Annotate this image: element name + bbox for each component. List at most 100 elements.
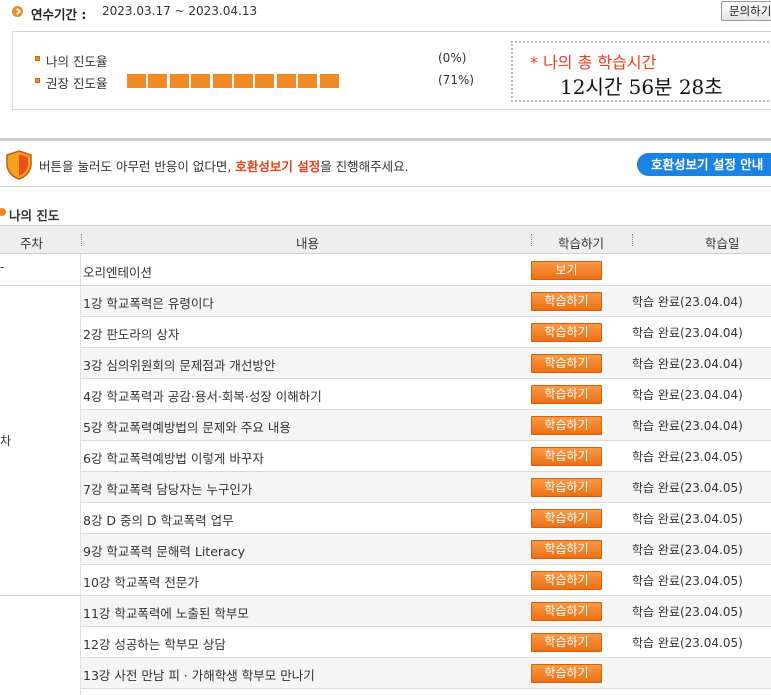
shield-icon [6, 150, 32, 180]
progress-bar-segment [234, 74, 253, 88]
week-label: 차 [0, 434, 12, 448]
week-cell [0, 596, 81, 695]
total-study-time-title: * 나의 총 학습시간 [530, 53, 657, 72]
header-content: 내용 [296, 236, 320, 251]
header-date: 학습일 [705, 236, 740, 251]
total-study-time-value: 12시간 56분 28초 [560, 75, 723, 99]
study-button[interactable]: 학습하기 [531, 509, 602, 528]
header-separator [81, 234, 82, 246]
study-button[interactable]: 학습하기 [531, 602, 602, 621]
section-bullet-icon [0, 208, 6, 216]
progress-bar-segment [148, 74, 168, 88]
bullet-icon [35, 78, 40, 83]
row-content: 11강 학교폭력에 노출된 학부모 [83, 606, 249, 621]
table-row: 7강 학교폭력 담당자는 누구인가 학습하기 학습 완료(23.04.05) [81, 472, 771, 503]
row-study-date: 학습 완료(23.04.04) [632, 419, 743, 433]
header-separator [632, 234, 633, 246]
row-study-date: 학습 완료(23.04.05) [632, 481, 743, 495]
study-button[interactable]: 학습하기 [531, 664, 602, 683]
row-content: 3강 심의위원회의 문제점과 개선방안 [83, 358, 276, 373]
table-row: 2강 판도라의 상자 학습하기 학습 완료(23.04.04) [81, 317, 771, 348]
row-content: 7강 학교폭력 담당자는 누구인가 [83, 482, 253, 497]
header-action: 학습하기 [558, 236, 605, 251]
study-button[interactable]: 학습하기 [531, 385, 602, 404]
week-cell: 차 [0, 286, 81, 596]
total-study-time-box: * 나의 총 학습시간 12시간 56분 28초 [511, 41, 771, 102]
row-study-date: 학습 완료(23.04.05) [632, 636, 743, 650]
section-title: 나의 진도 [9, 208, 60, 223]
table-row: 11강 학교폭력에 노출된 학부모 학습하기 학습 완료(23.04.05) [81, 596, 771, 627]
row-study-date: 학습 완료(23.04.05) [632, 512, 743, 526]
row-content: 오리엔테이션 [83, 265, 153, 280]
header-separator [531, 234, 532, 246]
progress-bar-segment [191, 74, 211, 88]
progress-bar-segment [127, 74, 146, 88]
row-content: 6강 학교폭력예방법 이렇게 바꾸자 [83, 451, 264, 466]
progress-bar-segment [319, 74, 339, 88]
row-study-date: 학습 완료(23.04.04) [632, 326, 743, 340]
my-progress-label: 나의 진도율 [46, 54, 108, 69]
notice-text-after: 을 진행해주세요. [320, 159, 409, 174]
row-study-date: 학습 완료(23.04.05) [632, 574, 743, 588]
row-content: 13강 사전 만남 피 · 가해학생 학부모 만나기 [83, 668, 315, 683]
study-button[interactable]: 학습하기 [531, 292, 602, 311]
row-content: 5강 학교폭력예방법의 문제와 주요 내용 [83, 420, 291, 435]
bullet-icon [35, 56, 40, 61]
progress-bar-segment [276, 74, 296, 88]
table-row: 12강 성공하는 학부모 상담 학습하기 학습 완료(23.04.05) [81, 627, 771, 658]
notice-text-emphasis: 호환성보기 설정 [235, 159, 321, 174]
progress-bar-segment [212, 74, 232, 88]
notice-text-before: 버튼을 눌러도 아무런 반응이 없다면, [39, 159, 236, 174]
row-study-date: 학습 완료(23.04.04) [632, 388, 743, 402]
view-button[interactable]: 보기 [531, 261, 602, 280]
inquiry-button[interactable]: 문의하기 [721, 1, 771, 21]
progress-bar-segment [298, 74, 318, 88]
table-row: 5강 학교폭력예방법의 문제와 주요 내용 학습하기 학습 완료(23.04.04) [81, 410, 771, 441]
period-bar: 연수기간 : 2023.03.17 ~ 2023.04.13 문의하기 [0, 0, 771, 24]
table-row: 9강 학교폭력 문해력 Literacy 학습하기 학습 완료(23.04.05) [81, 534, 771, 565]
header-week: 주차 [20, 236, 44, 251]
week-cell: - [0, 254, 81, 286]
table-row: 1강 학교폭력은 유령이다 학습하기 학습 완료(23.04.04) [81, 286, 771, 317]
row-content: 2강 판도라의 상자 [83, 327, 180, 342]
progress-bar-segment [169, 74, 189, 88]
study-button[interactable]: 학습하기 [531, 354, 602, 373]
row-study-date: 학습 완료(23.04.04) [632, 357, 743, 371]
study-button[interactable]: 학습하기 [531, 633, 602, 652]
row-content: 1강 학교폭력은 유령이다 [83, 296, 214, 311]
my-progress-percent: (0%) [438, 51, 467, 65]
table-row: 10강 학교폭력 전문가 학습하기 학습 완료(23.04.05) [81, 565, 771, 596]
period-value: 2023.03.17 ~ 2023.04.13 [102, 4, 258, 18]
study-button[interactable]: 학습하기 [531, 323, 602, 342]
row-content: 8강 D 중의 D 학교폭력 업무 [83, 513, 234, 528]
study-button[interactable]: 학습하기 [531, 416, 602, 435]
table-row: 13강 사전 만남 피 · 가해학생 학부모 만나기 학습하기 [81, 658, 771, 689]
recommended-progress-label: 권장 진도율 [46, 76, 108, 91]
period-label: 연수기간 : [31, 7, 87, 22]
row-study-date: 학습 완료(23.04.05) [632, 450, 743, 464]
row-content: 10강 학교폭력 전문가 [83, 575, 199, 590]
compatibility-notice: 버튼을 눌러도 아무런 반응이 없다면, 호환성보기 설정을 진행해주세요. 호… [0, 138, 771, 187]
row-content: 4강 학교폭력과 공감·용서·회복·성장 이해하기 [83, 389, 322, 404]
progress-bar-segment [255, 74, 275, 88]
row-study-date: 학습 완료(23.04.04) [632, 295, 743, 309]
row-study-date: 학습 완료(23.04.05) [632, 543, 743, 557]
table-row: 8강 D 중의 D 학교폭력 업무 학습하기 학습 완료(23.04.05) [81, 503, 771, 534]
study-button[interactable]: 학습하기 [531, 571, 602, 590]
compatibility-guide-button[interactable]: 호환성보기 설정 안내 [637, 153, 771, 176]
row-content: 9강 학교폭력 문해력 Literacy [83, 544, 245, 559]
study-button[interactable]: 학습하기 [531, 540, 602, 559]
row-content: 12강 성공하는 학부모 상담 [83, 637, 226, 652]
table-row: 오리엔테이션 보기 [81, 255, 771, 286]
study-button[interactable]: 학습하기 [531, 478, 602, 497]
table-header: 주차 내용 학습하기 학습일 [0, 225, 771, 254]
recommended-progress-percent: (71%) [438, 73, 475, 87]
arrow-circle-icon [12, 6, 23, 17]
study-button[interactable]: 학습하기 [531, 447, 602, 466]
row-study-date: 학습 완료(23.04.05) [632, 605, 743, 619]
notice-text: 버튼을 눌러도 아무런 반응이 없다면, 호환성보기 설정을 진행해주세요. [39, 156, 409, 175]
week-label: - [0, 260, 5, 274]
table-row: 6강 학교폭력예방법 이렇게 바꾸자 학습하기 학습 완료(23.04.05) [81, 441, 771, 472]
table-row: 4강 학교폭력과 공감·용서·회복·성장 이해하기 학습하기 학습 완료(23.04… [81, 379, 771, 410]
table-row: 3강 심의위원회의 문제점과 개선방안 학습하기 학습 완료(23.04.04) [81, 348, 771, 379]
